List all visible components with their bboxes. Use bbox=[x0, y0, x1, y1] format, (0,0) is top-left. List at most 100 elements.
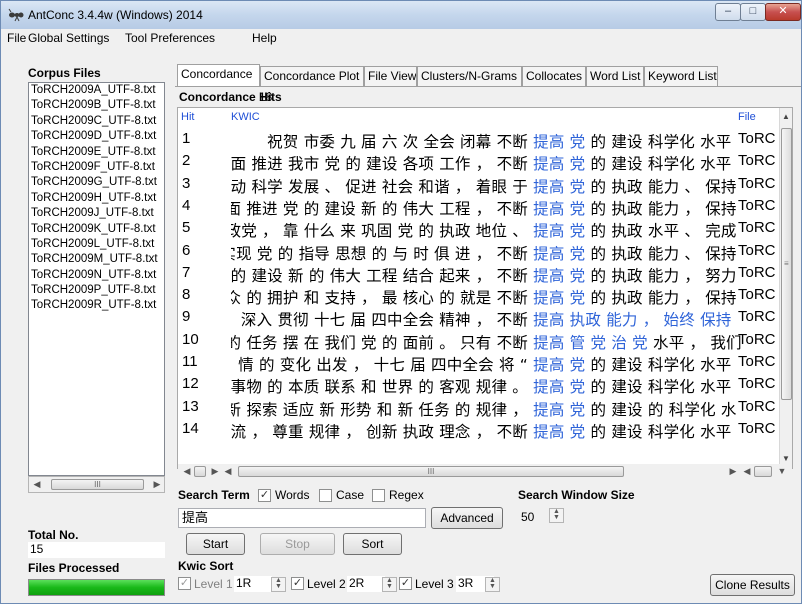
search-window-size-spinner[interactable]: ▲ ▼ bbox=[549, 508, 564, 523]
regex-checkbox[interactable] bbox=[372, 489, 385, 502]
column-header-file[interactable]: File bbox=[738, 111, 756, 123]
level2-checkbox[interactable]: ✓ bbox=[291, 577, 304, 590]
search-window-size-value[interactable]: 50 bbox=[521, 510, 534, 524]
file-cell[interactable]: ToRC bbox=[738, 152, 776, 169]
level1-value[interactable]: 1R bbox=[234, 576, 272, 592]
keyword-hit[interactable]: 提高 党 bbox=[533, 356, 585, 374]
corpus-file-item[interactable]: ToRCH2009H_UTF-8.txt bbox=[29, 191, 164, 206]
keyword-hit[interactable]: 提高 管 党 治 党 bbox=[533, 334, 648, 352]
file-cell[interactable]: ToRC bbox=[738, 331, 776, 348]
corpus-file-item[interactable]: ToRCH2009P_UTF-8.txt bbox=[29, 283, 164, 298]
corpus-file-item[interactable]: ToRCH2009F_UTF-8.txt bbox=[29, 160, 164, 175]
keyword-hit[interactable]: 提高 党 bbox=[533, 155, 585, 173]
kwic-line[interactable]: 面 推进 我市 党 的 建设 各项 工作 ， 不断 提高 党 的 建设 科学化 … bbox=[231, 152, 744, 174]
scroll-up-icon[interactable]: ▲ bbox=[782, 112, 790, 121]
corpus-file-item[interactable]: ToRCH2009C_UTF-8.txt bbox=[29, 114, 164, 129]
level3-spinner[interactable]: ▲ ▼ bbox=[485, 577, 500, 592]
close-button[interactable]: ✕ bbox=[765, 3, 801, 21]
keyword-hit[interactable]: 提高 党 bbox=[533, 178, 585, 196]
keyword-hit[interactable]: 提高 党 bbox=[533, 289, 585, 307]
kwic-line[interactable]: 事物 的 本质 联系 和 世界 的 客观 规律 。 提高 党 的 建设 科学化 … bbox=[231, 375, 744, 397]
file-scroll-thumb[interactable] bbox=[754, 466, 772, 477]
kwic-line[interactable]: 执政党 ， 靠 什么 来 巩固 党 的 执政 地位 、 提高 党 的 执政 水平… bbox=[231, 219, 744, 241]
file-cell[interactable]: ToRC bbox=[738, 286, 776, 303]
left-context-scroll-thumb[interactable] bbox=[194, 466, 206, 477]
keyword-hit[interactable]: 提高 党 bbox=[533, 133, 585, 151]
kwic-line[interactable]: 动 科学 发展 、 促进 社会 和谐 ， 着眼 于 提高 党 的 执政 能力 、… bbox=[231, 175, 744, 197]
kwic-line[interactable]: 深入 贯彻 十七 届 四中全会 精神 ， 不断 提高 执政 能力 ， 始终 保持 bbox=[231, 308, 744, 330]
concordance-table[interactable]: Hit KWIC File 1 祝贺 市委 九 届 六 次 全会 闭幕 不断 提高… bbox=[177, 107, 793, 469]
corpus-file-item[interactable]: ToRCH2009K_UTF-8.txt bbox=[29, 222, 164, 237]
kwic-line[interactable]: 实现 党 的 指导 思想 的 与 时 俱 进 ， 不断 提高 党 的 执政 能力… bbox=[231, 242, 744, 264]
keyword-hit[interactable]: 提高 党 bbox=[533, 401, 585, 419]
sort-button[interactable]: Sort bbox=[343, 533, 402, 555]
kwic-line[interactable]: 新 探索 适应 新 形势 和 新 任务 的 规律 ， 提高 党 的 建设 的 科… bbox=[231, 398, 744, 420]
file-cell[interactable]: ToRC bbox=[738, 375, 776, 392]
concordance-vscrollbar[interactable]: ▲ ≡ ▼ bbox=[779, 108, 792, 468]
corpus-file-item[interactable]: ToRCH2009R_UTF-8.txt bbox=[29, 298, 164, 313]
column-header-hit[interactable]: Hit bbox=[181, 111, 194, 123]
left-context-scroll-left-icon[interactable]: ◀ bbox=[180, 465, 194, 478]
level2-value[interactable]: 2R bbox=[347, 576, 385, 592]
corpus-file-item[interactable]: ToRCH2009G_UTF-8.txt bbox=[29, 175, 164, 190]
kwic-line[interactable]: 情 的 变化 出发 ， 十七 届 四中全会 将 “ 提高 党 的 建设 科学化 … bbox=[231, 353, 744, 375]
file-cell[interactable]: ToRC bbox=[738, 308, 776, 325]
file-cell[interactable]: ToRC bbox=[738, 175, 776, 192]
start-button[interactable]: Start bbox=[186, 533, 245, 555]
keyword-hit[interactable]: 提高 党 bbox=[533, 423, 585, 441]
file-scroll-left-icon[interactable]: ◀ bbox=[740, 465, 754, 478]
menu-tool-preferences[interactable]: Tool Preferences bbox=[125, 31, 215, 45]
level1-spinner[interactable]: ▲ ▼ bbox=[271, 577, 286, 592]
tab-concordance[interactable]: Concordance bbox=[177, 64, 260, 87]
file-cell[interactable]: ToRC bbox=[738, 219, 776, 236]
tab-file-view[interactable]: File View bbox=[364, 66, 417, 87]
level1-checkbox[interactable]: ✓ bbox=[178, 577, 191, 590]
kwic-line[interactable]: 流 ， 尊重 规律 ， 创新 执政 理念 ， 不断 提高 党 的 建设 科学化 … bbox=[231, 420, 744, 442]
file-cell[interactable]: ToRC bbox=[738, 353, 776, 370]
kwic-line[interactable]: 面 推进 党 的 建设 新 的 伟大 工程 ， 不断 提高 党 的 执政 能力 … bbox=[231, 197, 744, 219]
level3-checkbox[interactable]: ✓ bbox=[399, 577, 412, 590]
corpus-list-hscrollbar[interactable]: ◀ III ▶ bbox=[28, 476, 165, 493]
menu-help[interactable]: Help bbox=[252, 31, 277, 45]
level2-spinner[interactable]: ▲ ▼ bbox=[382, 577, 397, 592]
stop-button[interactable]: Stop bbox=[260, 533, 335, 555]
file-cell[interactable]: ToRC bbox=[738, 264, 776, 281]
file-cell[interactable]: ToRC bbox=[738, 398, 776, 415]
tab-collocates[interactable]: Collocates bbox=[522, 66, 586, 87]
file-cell[interactable]: ToRC bbox=[738, 420, 776, 437]
scroll-right-icon[interactable]: ▶ bbox=[150, 478, 164, 491]
words-checkbox[interactable]: ✓ bbox=[258, 489, 271, 502]
keyword-hit[interactable]: 提高 党 bbox=[533, 245, 585, 263]
scroll-thumb[interactable]: III bbox=[51, 479, 144, 490]
left-context-scroll-right-icon[interactable]: ▶ bbox=[208, 465, 222, 478]
file-cell[interactable]: ToRC bbox=[738, 130, 776, 147]
keyword-hit[interactable]: 提高 党 bbox=[533, 378, 585, 396]
keyword-hit[interactable]: 提高 党 bbox=[533, 267, 585, 285]
menu-global-settings[interactable]: Global Settings bbox=[28, 31, 109, 45]
tab-concordance-plot[interactable]: Concordance Plot bbox=[260, 66, 364, 87]
maximize-button[interactable]: □ bbox=[740, 3, 766, 21]
file-scroll-down-icon[interactable]: ▼ bbox=[775, 465, 789, 478]
kwic-line[interactable]: 祝贺 市委 九 届 六 次 全会 闭幕 不断 提高 党 的 建设 科学化 水平 bbox=[231, 130, 744, 152]
clone-results-button[interactable]: Clone Results bbox=[710, 574, 795, 596]
column-header-kwic[interactable]: KWIC bbox=[231, 111, 260, 123]
corpus-file-item[interactable]: ToRCH2009B_UTF-8.txt bbox=[29, 98, 164, 113]
tab-word-list[interactable]: Word List bbox=[586, 66, 644, 87]
corpus-file-item[interactable]: ToRCH2009N_UTF-8.txt bbox=[29, 268, 164, 283]
corpus-file-item[interactable]: ToRCH2009A_UTF-8.txt bbox=[29, 83, 164, 98]
corpus-file-list[interactable]: ToRCH2009A_UTF-8.txt ToRCH2009B_UTF-8.tx… bbox=[28, 82, 165, 476]
kwic-scroll-right-icon[interactable]: ▶ bbox=[726, 465, 740, 478]
corpus-file-item[interactable]: ToRCH2009J_UTF-8.txt bbox=[29, 206, 164, 221]
search-term-input[interactable]: 提高 bbox=[178, 508, 426, 528]
corpus-file-item[interactable]: ToRCH2009D_UTF-8.txt bbox=[29, 129, 164, 144]
corpus-file-item[interactable]: ToRCH2009L_UTF-8.txt bbox=[29, 237, 164, 252]
tab-clusters-ngrams[interactable]: Clusters/N-Grams bbox=[417, 66, 522, 87]
keyword-hit[interactable]: 提高 党 bbox=[533, 200, 585, 218]
corpus-file-item[interactable]: ToRCH2009M_UTF-8.txt bbox=[29, 252, 164, 267]
case-checkbox[interactable] bbox=[319, 489, 332, 502]
vscroll-thumb[interactable]: ≡ bbox=[781, 128, 792, 400]
file-cell[interactable]: ToRC bbox=[738, 242, 776, 259]
advanced-button[interactable]: Advanced bbox=[431, 507, 503, 529]
scroll-left-icon[interactable]: ◀ bbox=[30, 478, 44, 491]
scroll-down-icon[interactable]: ▼ bbox=[782, 454, 790, 463]
